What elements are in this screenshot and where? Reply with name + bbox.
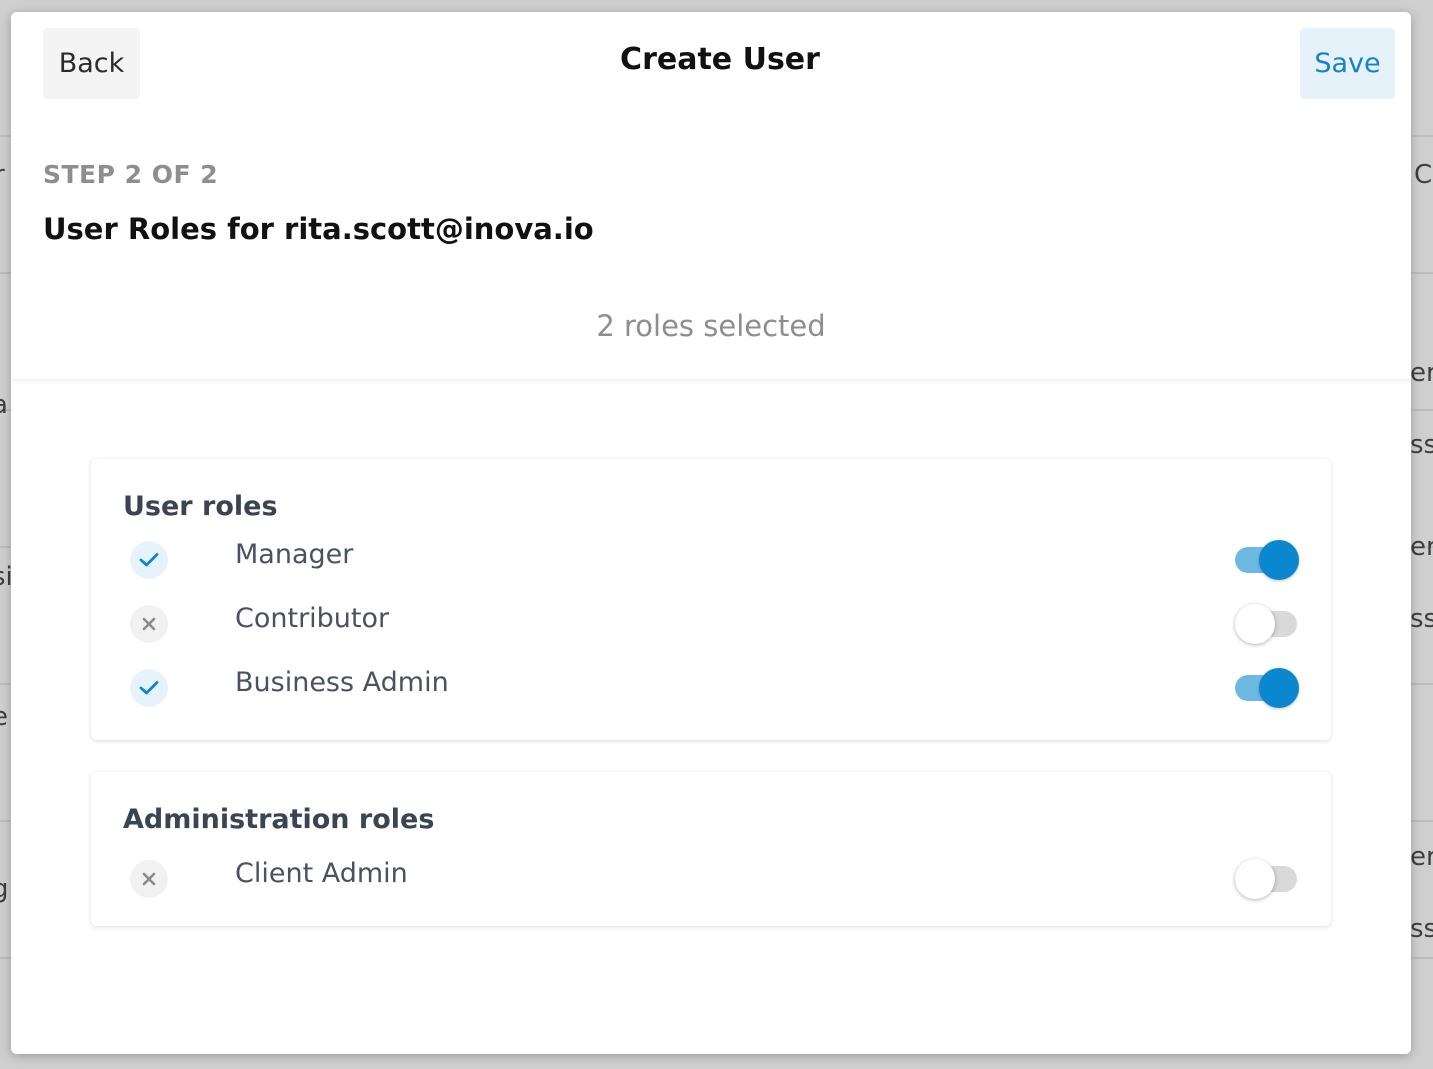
administration-roles-card: Administration roles Client Admin (91, 772, 1331, 926)
background-text: er (1410, 842, 1433, 872)
background-text: ss (1410, 430, 1433, 460)
role-label: Manager (235, 539, 354, 570)
toggle-business-admin[interactable] (1235, 668, 1299, 708)
modal-title: Create User (620, 42, 820, 77)
toggle-client-admin[interactable] (1235, 859, 1299, 899)
background-text: C (1414, 160, 1433, 190)
role-row-business-admin: Business Admin (91, 655, 1331, 719)
user-roles-card: User roles Manager Contributor Business … (91, 459, 1331, 740)
toggle-manager[interactable] (1235, 540, 1299, 580)
role-row-contributor: Contributor (91, 591, 1331, 655)
toggle-knob (1235, 604, 1275, 644)
x-icon (130, 605, 168, 643)
modal-body: User roles Manager Contributor Business … (11, 379, 1411, 1054)
user-roles-title: User roles (123, 491, 278, 522)
background-text: er (1410, 358, 1433, 388)
check-icon (130, 669, 168, 707)
create-user-modal: Back Create User Save STEP 2 OF 2 User R… (11, 12, 1411, 1054)
save-button[interactable]: Save (1300, 28, 1395, 99)
background-text: ss (1410, 914, 1433, 944)
background-text: er (1410, 532, 1433, 562)
x-icon (130, 860, 168, 898)
toggle-contributor[interactable] (1235, 604, 1299, 644)
administration-roles-title: Administration roles (123, 804, 435, 835)
role-label: Client Admin (235, 858, 408, 889)
modal-header: Back Create User Save STEP 2 OF 2 User R… (11, 12, 1411, 379)
role-row-client-admin: Client Admin (91, 846, 1331, 910)
background-text: a (0, 390, 8, 420)
toggle-knob (1235, 859, 1275, 899)
check-icon (130, 541, 168, 579)
background-text: ss (1410, 604, 1433, 634)
role-label: Business Admin (235, 667, 449, 698)
background-text: r (0, 160, 5, 190)
role-label: Contributor (235, 603, 390, 634)
toggle-knob (1259, 668, 1299, 708)
toggle-knob (1259, 540, 1299, 580)
background-text: e (0, 702, 8, 732)
roles-heading: User Roles for rita.scott@inova.io (43, 212, 594, 246)
selected-count: 2 roles selected (596, 309, 826, 343)
role-row-manager: Manager (91, 527, 1331, 591)
step-indicator: STEP 2 OF 2 (43, 160, 219, 189)
background-text: g (0, 874, 9, 904)
